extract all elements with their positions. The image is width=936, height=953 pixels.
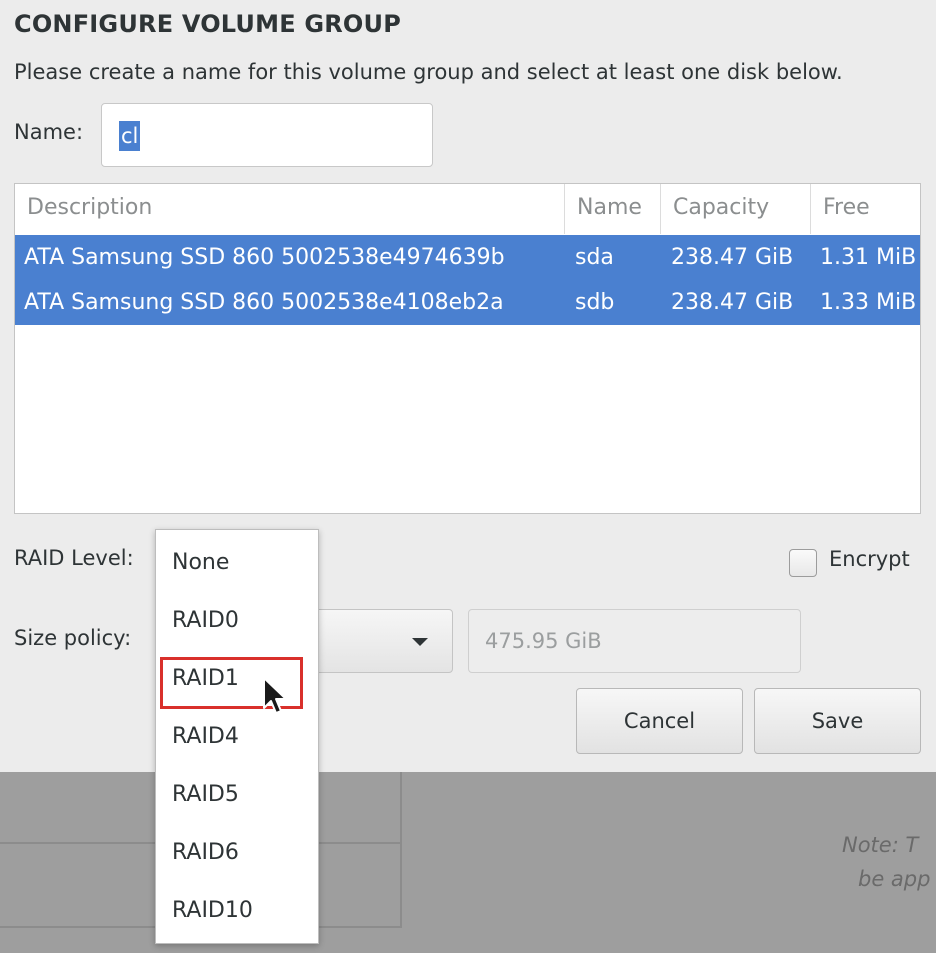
background-note-line: Note: T (842, 833, 919, 857)
dialog-subtitle: Please create a name for this volume gro… (14, 60, 843, 84)
disk-table-header: Description Name Capacity Free (15, 184, 920, 234)
row-name: sda (575, 245, 614, 270)
row-free: 1.33 MiB (820, 290, 917, 315)
row-description: ATA Samsung SSD 860 5002538e4974639b (24, 245, 505, 270)
row-name: sdb (575, 290, 615, 315)
raid-option-raid10[interactable]: RAID10 (172, 891, 253, 931)
background-note-line: be app (858, 867, 931, 891)
disk-table[interactable]: Description Name Capacity Free ATA Samsu… (14, 183, 921, 514)
save-button[interactable]: Save (754, 688, 921, 754)
configure-volume-group-dialog: CONFIGURE VOLUME GROUP Please create a n… (0, 0, 936, 772)
raid-level-dropdown[interactable]: None RAID0 RAID1 RAID4 RAID5 RAID6 RAID1… (155, 529, 319, 944)
column-header-description[interactable]: Description (15, 184, 565, 234)
column-header-capacity[interactable]: Capacity (661, 184, 811, 234)
encrypt-label: Encrypt (829, 547, 910, 571)
row-description: ATA Samsung SSD 860 5002538e4108eb2a (24, 290, 504, 315)
size-input[interactable]: 475.95 GiB (468, 609, 801, 673)
table-row[interactable]: ATA Samsung SSD 860 5002538e4974639b sda… (15, 235, 920, 280)
raid-option-raid4[interactable]: RAID4 (172, 717, 239, 757)
raid-option-none[interactable]: None (172, 543, 229, 583)
chevron-down-icon (412, 638, 428, 646)
cancel-button[interactable]: Cancel (576, 688, 743, 754)
mouse-pointer-icon (263, 677, 287, 714)
checkbox-icon[interactable] (789, 549, 817, 577)
row-capacity: 238.47 GiB (671, 290, 794, 315)
table-row[interactable]: ATA Samsung SSD 860 5002538e4108eb2a sdb… (15, 280, 920, 325)
size-policy-label: Size policy: (14, 626, 132, 650)
name-input-value: cl (119, 121, 141, 151)
row-capacity: 238.47 GiB (671, 245, 794, 270)
raid-level-label: RAID Level: (14, 546, 134, 570)
raid-option-raid6[interactable]: RAID6 (172, 833, 239, 873)
name-input[interactable]: cl (101, 103, 433, 167)
raid-option-raid0[interactable]: RAID0 (172, 601, 239, 641)
column-header-name[interactable]: Name (565, 184, 661, 234)
column-header-free[interactable]: Free (811, 184, 920, 234)
name-label: Name: (14, 120, 84, 144)
dialog-title: CONFIGURE VOLUME GROUP (14, 10, 402, 38)
background-note: Note: T be app (842, 828, 930, 896)
raid-option-raid5[interactable]: RAID5 (172, 775, 239, 815)
row-free: 1.31 MiB (820, 245, 917, 270)
